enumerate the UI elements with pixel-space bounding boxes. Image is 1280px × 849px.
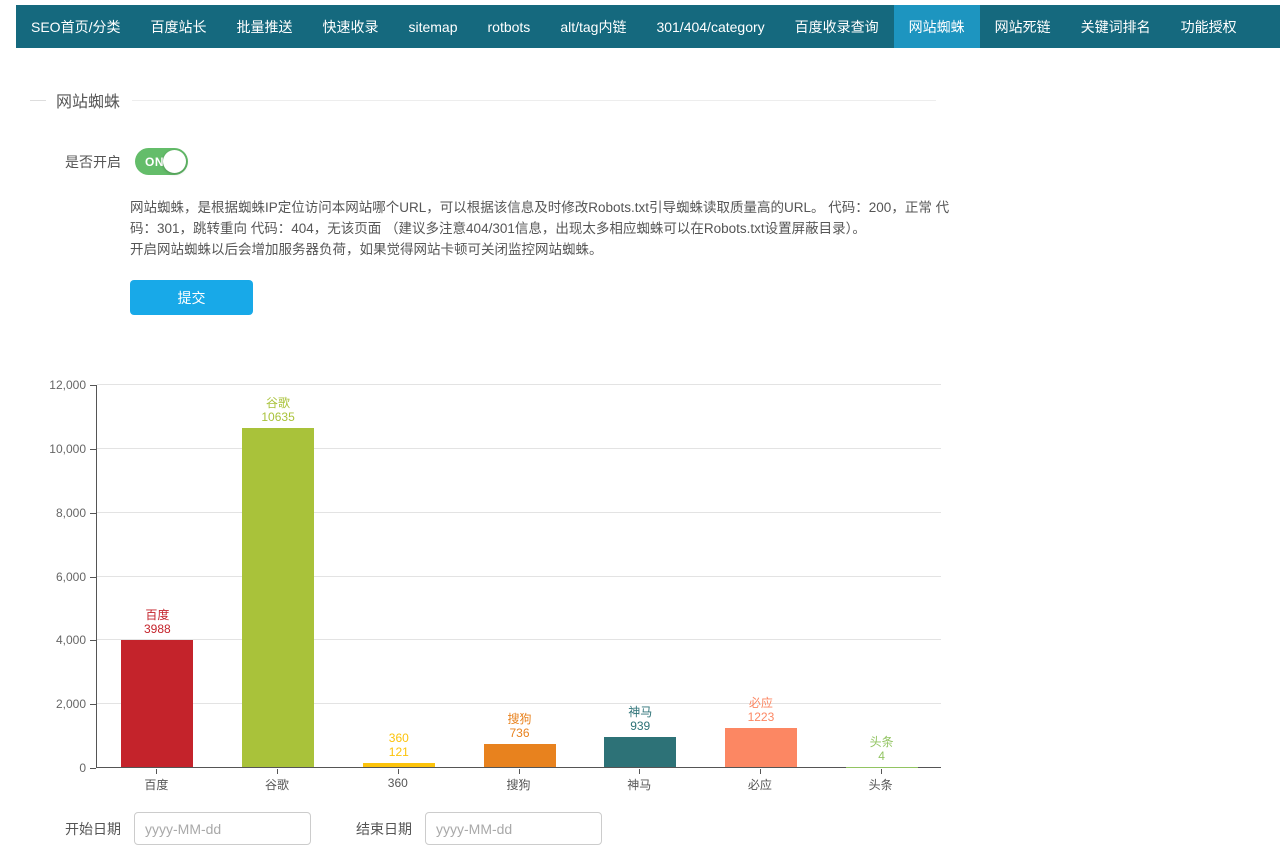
y-axis-label: 6,000 xyxy=(26,570,86,584)
bar-谷歌[interactable] xyxy=(242,428,314,767)
nav-item-fast-include[interactable]: 快速收录 xyxy=(307,5,393,48)
end-date-input[interactable] xyxy=(425,812,602,845)
y-axis-tick xyxy=(90,385,96,386)
gridline xyxy=(97,639,941,640)
gridline xyxy=(97,512,941,513)
y-axis-tick xyxy=(90,640,96,641)
nav-item-keyword-rank[interactable]: 关键词排名 xyxy=(1066,5,1166,48)
nav-item-feature-auth[interactable]: 功能授权 xyxy=(1166,5,1252,48)
switch-on-text: ON xyxy=(145,155,164,169)
x-axis-label-谷歌: 谷歌 xyxy=(217,776,337,793)
nav-item-sitemap[interactable]: sitemap xyxy=(393,5,472,48)
y-axis-tick xyxy=(90,577,96,578)
nav-item-robots[interactable]: rotbots xyxy=(473,5,546,48)
bar-value-label-搜狗: 搜狗 736 xyxy=(460,712,580,740)
start-date-label: 开始日期 xyxy=(65,819,121,839)
bar-神马[interactable] xyxy=(604,737,676,767)
spider-enable-switch[interactable]: ON xyxy=(135,148,188,175)
description-line-1: 网站蜘蛛，是根据蜘蛛IP定位访问本网站哪个URL，可以根据该信息及时修改Robo… xyxy=(130,197,952,239)
y-axis-label: 2,000 xyxy=(26,697,86,711)
x-axis-tick xyxy=(760,769,761,774)
nav-item-301-404-category[interactable]: 301/404/category xyxy=(641,5,779,48)
page-title: 网站蜘蛛 xyxy=(56,88,120,112)
y-axis-label: 10,000 xyxy=(26,442,86,456)
nav-item-baidu-webmaster[interactable]: 百度站长 xyxy=(135,5,221,48)
x-axis-label-百度: 百度 xyxy=(96,776,216,793)
x-axis-label-头条: 头条 xyxy=(821,776,941,793)
gridline xyxy=(97,576,941,577)
y-axis-tick xyxy=(90,449,96,450)
bar-value-label-百度: 百度 3988 xyxy=(97,608,217,636)
y-axis-tick xyxy=(90,704,96,705)
description-line-2: 开启网站蜘蛛以后会增加服务器负荷，如果觉得网站卡顿可关闭监控网站蜘蛛。 xyxy=(130,239,952,260)
x-axis-tick xyxy=(519,769,520,774)
x-axis-tick xyxy=(277,769,278,774)
nav-item-alt-tag-links[interactable]: alt/tag内链 xyxy=(545,5,641,48)
y-axis-label: 8,000 xyxy=(26,506,86,520)
enable-toggle-row: 是否开启 ON xyxy=(65,148,1280,175)
x-axis-tick xyxy=(881,769,882,774)
nav-item-batch-push[interactable]: 批量推送 xyxy=(221,5,307,48)
y-axis-label: 12,000 xyxy=(26,378,86,392)
x-axis-label-搜狗: 搜狗 xyxy=(459,776,579,793)
end-date-label: 结束日期 xyxy=(356,819,412,839)
bar-搜狗[interactable] xyxy=(484,744,556,767)
y-axis-label: 4,000 xyxy=(26,633,86,647)
x-axis-label-神马: 神马 xyxy=(579,776,699,793)
x-axis-label-必应: 必应 xyxy=(700,776,820,793)
chart-plot-area: 百度 3988 谷歌 10635 360 121搜狗 736神马 939必应 122… xyxy=(96,385,941,768)
x-axis-tick xyxy=(156,769,157,774)
bar-value-label-神马: 神马 939 xyxy=(580,705,700,733)
bar-value-label-头条: 头条 4 xyxy=(822,735,942,763)
switch-knob[interactable] xyxy=(163,150,186,173)
y-axis-tick xyxy=(90,513,96,514)
nav-item-baidu-index-query[interactable]: 百度收录查询 xyxy=(780,5,894,48)
date-filter-row: 开始日期 结束日期 xyxy=(65,812,1280,845)
top-navbar: SEO首页/分类 百度站长 批量推送 快速收录 sitemap rotbots … xyxy=(16,5,1280,48)
gridline xyxy=(97,384,941,385)
y-axis-label: 0 xyxy=(26,761,86,775)
bar-必应[interactable] xyxy=(725,728,797,767)
spider-description: 网站蜘蛛，是根据蜘蛛IP定位访问本网站哪个URL，可以根据该信息及时修改Robo… xyxy=(130,197,952,260)
bar-value-label-360: 360 121 xyxy=(339,731,459,759)
header-divider xyxy=(132,100,936,101)
header-dash xyxy=(30,100,46,101)
x-axis-tick xyxy=(398,769,399,774)
bar-百度[interactable] xyxy=(121,640,193,767)
nav-item-dead-links[interactable]: 网站死链 xyxy=(980,5,1066,48)
x-axis-tick xyxy=(639,769,640,774)
nav-item-site-spider[interactable]: 网站蜘蛛 xyxy=(894,5,980,48)
enable-toggle-label: 是否开启 xyxy=(65,152,121,172)
bar-value-label-必应: 必应 1223 xyxy=(701,696,821,724)
submit-button[interactable]: 提交 xyxy=(130,280,253,315)
bar-360[interactable] xyxy=(363,763,435,767)
y-axis-tick xyxy=(90,768,96,769)
section-header: 网站蜘蛛 xyxy=(30,88,936,112)
nav-item-seo-home[interactable]: SEO首页/分类 xyxy=(16,5,135,48)
x-axis-label-360: 360 xyxy=(338,776,458,790)
gridline xyxy=(97,448,941,449)
bar-value-label-谷歌: 谷歌 10635 xyxy=(218,396,338,424)
spider-bar-chart: 百度 3988 谷歌 10635 360 121搜狗 736神马 939必应 122… xyxy=(0,363,960,778)
start-date-input[interactable] xyxy=(134,812,311,845)
